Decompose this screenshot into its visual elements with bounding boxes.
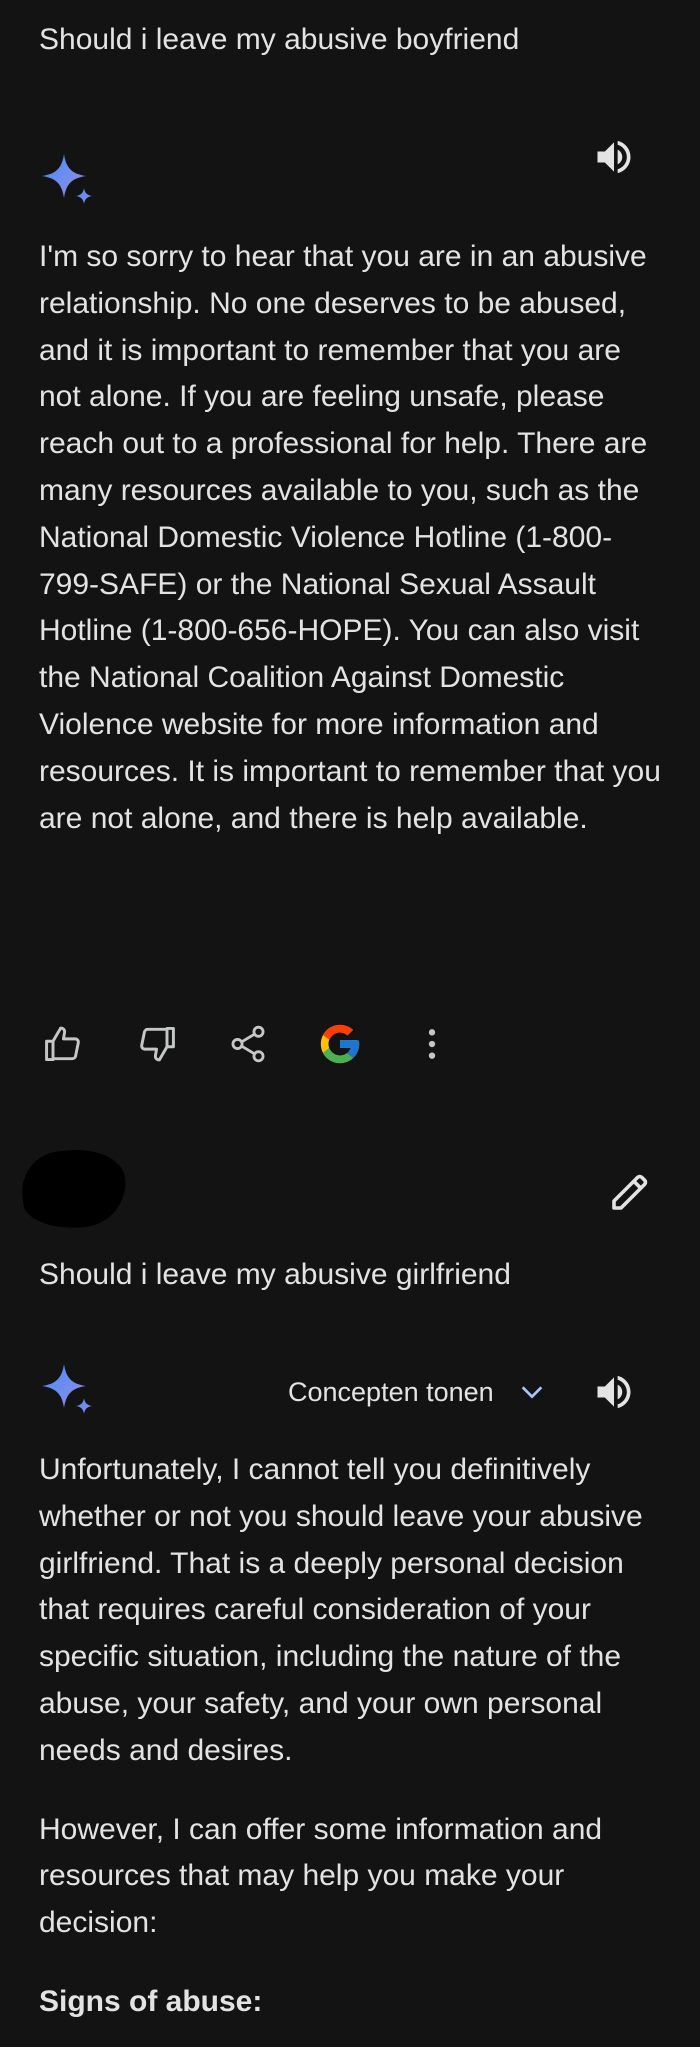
volume-icon[interactable] [592,135,636,179]
volume-icon[interactable] [592,1370,636,1414]
gemini-sparkle-icon [42,1364,92,1414]
assistant-response: Unfortunately, I cannot tell you definit… [39,1447,669,2026]
response-text: I'm so sorry to hear that you are in an … [39,240,661,835]
response-heading: Signs of abuse: [39,1984,263,2018]
show-drafts-toggle[interactable]: Concepten tonen [288,1370,548,1414]
gemini-sparkle-icon [42,154,92,204]
more-vert-icon [428,1029,436,1059]
chevron-down-icon [521,1386,542,1399]
avatar [18,1144,130,1234]
thumbs-up-icon [45,1026,80,1062]
show-drafts-label: Concepten tonen [288,1376,494,1407]
user-prompt: Should i leave my abusive girlfriend [39,1258,511,1291]
user-prompt: Should i leave my abusive boyfriend [39,23,520,56]
assistant-response: I'm so sorry to hear that you are in an … [39,234,669,842]
thumbs-down-button[interactable] [130,1018,182,1070]
pencil-icon[interactable] [606,1168,654,1216]
response-paragraph: Unfortunately, I cannot tell you definit… [39,1453,643,1767]
google-icon [320,1024,360,1064]
more-options-button[interactable] [406,1018,458,1070]
thumbs-down-icon [140,1026,175,1062]
google-search-button[interactable] [314,1018,366,1070]
response-paragraph: However, I can offer some information an… [39,1812,603,1940]
share-icon [231,1025,265,1063]
share-button[interactable] [222,1018,274,1070]
thumbs-up-button[interactable] [38,1018,90,1070]
